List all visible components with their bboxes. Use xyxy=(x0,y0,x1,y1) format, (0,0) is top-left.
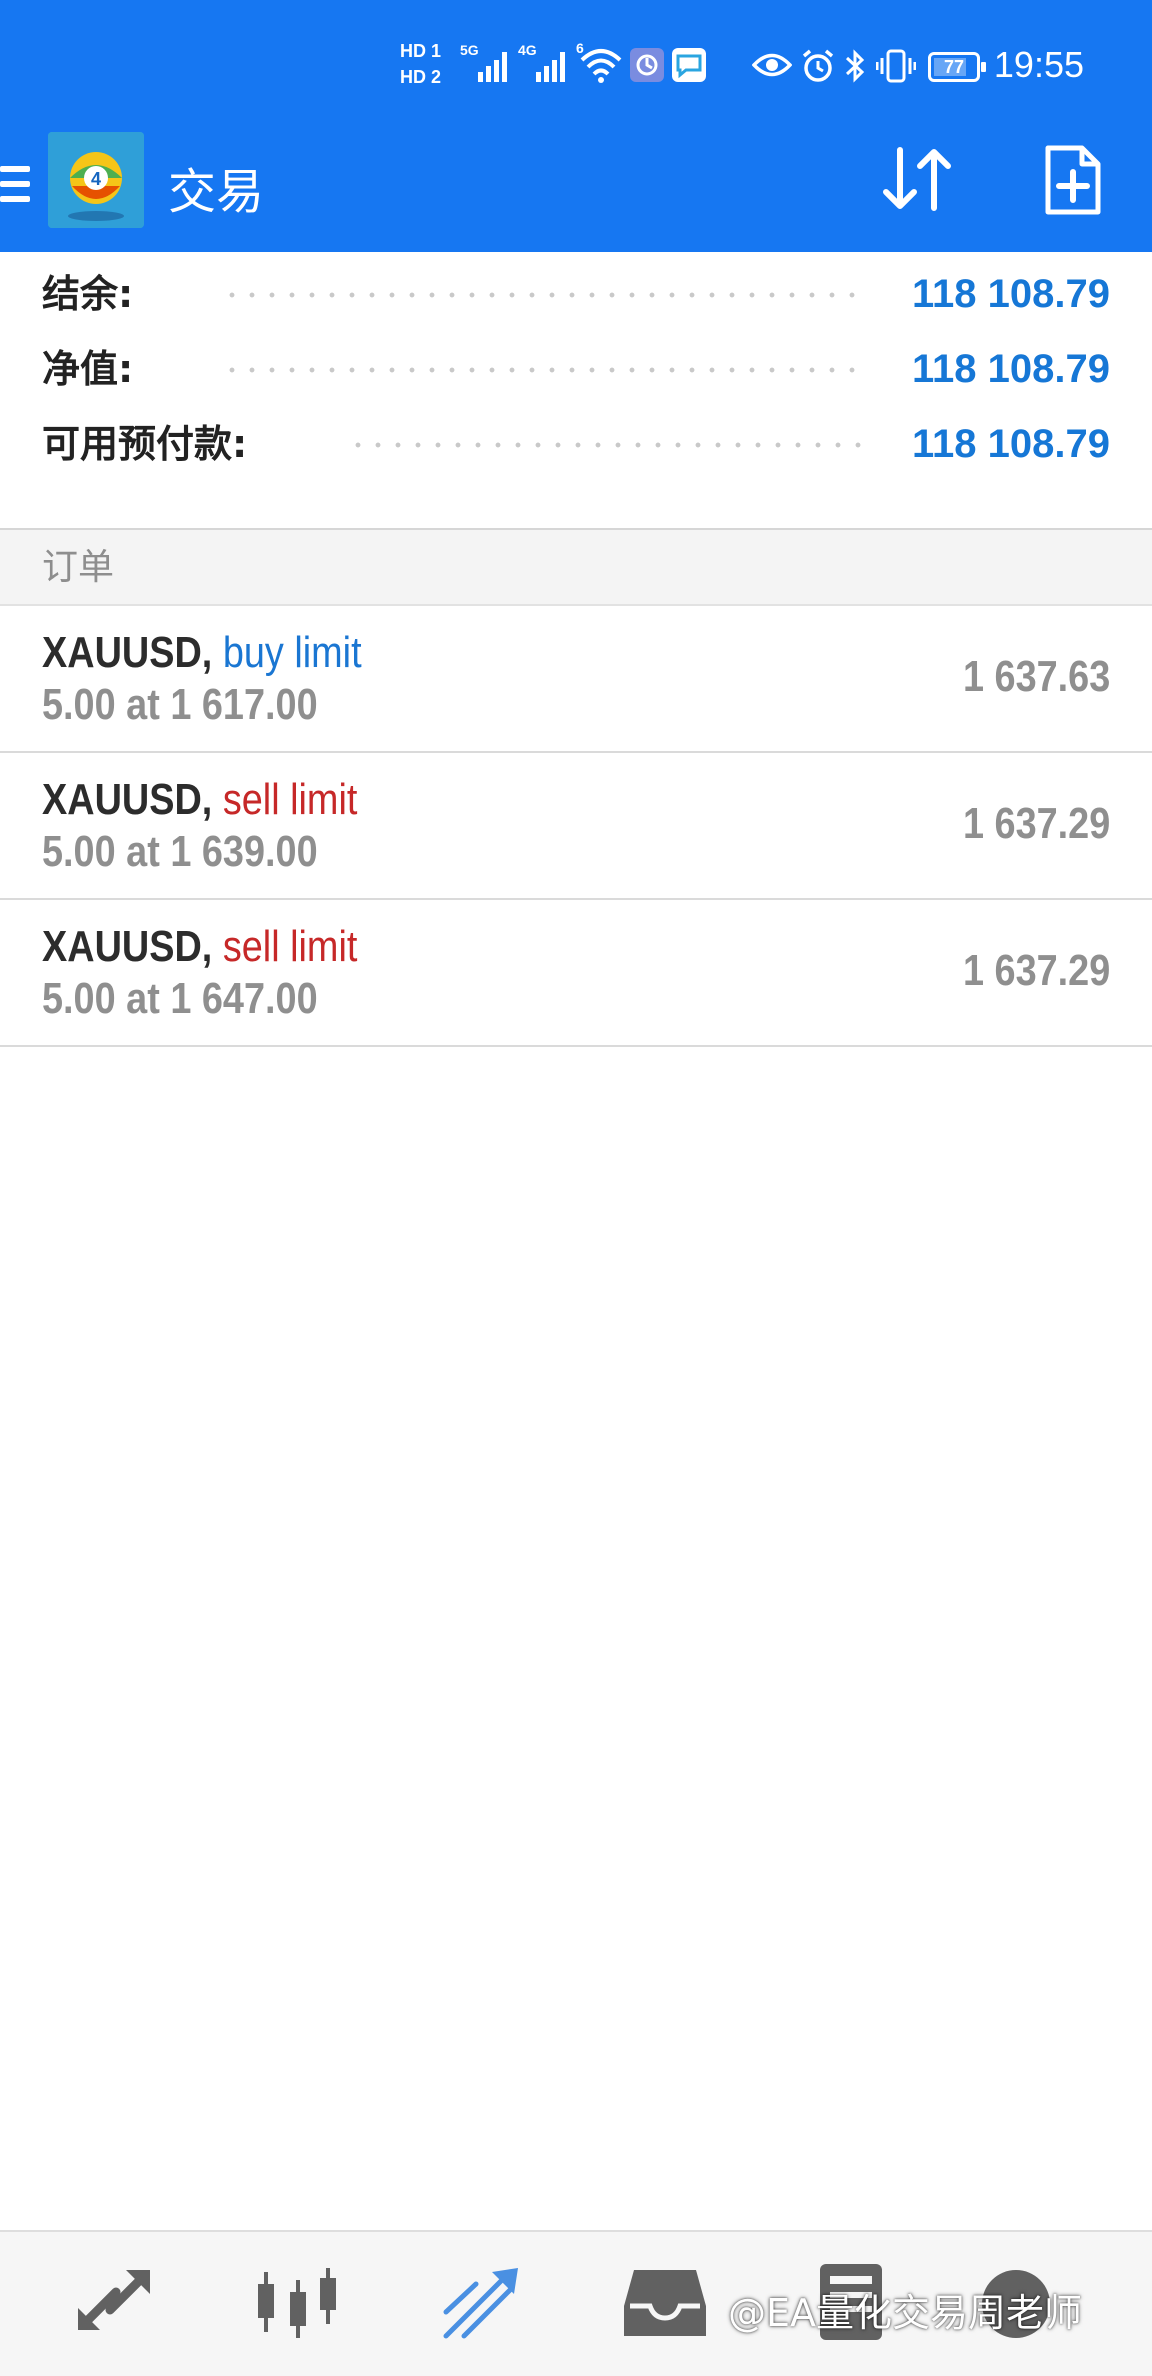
sim-2-label: HD 2 xyxy=(400,67,442,87)
watermark: @EA量化交易周老师 xyxy=(728,2291,1083,2335)
sim-indicator: HD 1 HD 2 xyxy=(400,38,450,94)
signal-5g-icon: 5G xyxy=(460,42,510,82)
order-separator: , xyxy=(201,628,213,677)
quotes-icon[interactable] xyxy=(70,2262,160,2342)
bottom-navigation: @EA量化交易周老师 xyxy=(0,2230,1152,2376)
clock: 19:55 xyxy=(993,44,1084,85)
signal-4g-icon: 4G xyxy=(518,42,568,82)
order-type: buy limit xyxy=(222,628,362,677)
order-symbol: XAUUSD xyxy=(42,775,202,824)
balance-row: 结余: 118 108.79 xyxy=(0,264,1152,324)
order-symbol: XAUUSD xyxy=(42,922,202,971)
orders-section-header: 订单 xyxy=(0,530,1152,606)
order-detail: 5.00 at 1 617.00 xyxy=(42,680,318,729)
equity-value: 118 108.79 xyxy=(912,347,1110,391)
dotted-leader xyxy=(348,442,868,448)
order-detail: 5.00 at 1 639.00 xyxy=(42,827,318,876)
app-notification-icon xyxy=(630,48,664,82)
order-header: XAUUSD, sell limit xyxy=(42,773,357,827)
chart-icon[interactable] xyxy=(252,2262,342,2342)
order-header: XAUUSD, buy limit xyxy=(42,626,362,680)
order-row[interactable]: XAUUSD, sell limit 5.00 at 1 639.00 1 63… xyxy=(0,753,1152,900)
order-row[interactable]: XAUUSD, buy limit 5.00 at 1 617.00 1 637… xyxy=(0,606,1152,753)
metatrader-logo-icon: 4 xyxy=(48,132,144,228)
order-separator: , xyxy=(201,922,213,971)
trade-icon[interactable] xyxy=(436,2262,526,2342)
balance-label: 结余: xyxy=(42,272,134,316)
dotted-leader xyxy=(222,367,862,373)
equity-row: 净值: 118 108.79 xyxy=(0,339,1152,399)
alarm-icon xyxy=(800,48,836,84)
status-bar: HD 1 HD 2 5G 4G 6 77 19:55 xyxy=(0,0,1152,130)
account-summary: 结余: 118 108.79 净值: 118 108.79 可用预付款: 118… xyxy=(0,252,1152,530)
sort-icon[interactable] xyxy=(880,144,956,214)
balance-value: 118 108.79 xyxy=(912,272,1110,316)
equity-label: 净值: xyxy=(42,347,134,391)
wifi-icon: 6 xyxy=(576,40,624,84)
message-notification-icon xyxy=(672,48,706,82)
order-separator: , xyxy=(201,775,213,824)
sim-1-label: HD 1 xyxy=(400,41,442,61)
order-current-price: 1 637.29 xyxy=(962,799,1110,848)
orders-section-title: 订单 xyxy=(42,547,115,588)
order-current-price: 1 637.63 xyxy=(962,652,1110,701)
order-type: sell limit xyxy=(222,922,358,971)
free-margin-row: 可用预付款: 118 108.79 xyxy=(0,414,1152,474)
free-margin-label: 可用预付款: xyxy=(42,422,248,466)
order-header: XAUUSD, sell limit xyxy=(42,920,357,974)
page-title: 交易 xyxy=(168,164,265,220)
free-margin-value: 118 108.79 xyxy=(912,422,1110,466)
eye-comfort-icon xyxy=(751,52,793,78)
order-list: XAUUSD, buy limit 5.00 at 1 617.00 1 637… xyxy=(0,606,1152,1047)
order-detail: 5.00 at 1 647.00 xyxy=(42,974,318,1023)
vibrate-icon xyxy=(875,48,917,84)
svg-text:4: 4 xyxy=(91,169,101,189)
new-order-icon[interactable] xyxy=(1044,144,1102,216)
history-icon[interactable] xyxy=(620,2262,710,2342)
order-current-price: 1 637.29 xyxy=(962,946,1110,995)
dotted-leader xyxy=(222,292,862,298)
hamburger-menu-icon[interactable] xyxy=(0,160,30,210)
battery-icon: 77 xyxy=(928,52,986,82)
battery-level: 77 xyxy=(943,57,965,77)
bluetooth-icon xyxy=(844,48,866,84)
app-toolbar: 4 交易 xyxy=(0,130,1152,252)
order-symbol: XAUUSD xyxy=(42,628,202,677)
order-type: sell limit xyxy=(222,775,358,824)
order-row[interactable]: XAUUSD, sell limit 5.00 at 1 647.00 1 63… xyxy=(0,900,1152,1047)
